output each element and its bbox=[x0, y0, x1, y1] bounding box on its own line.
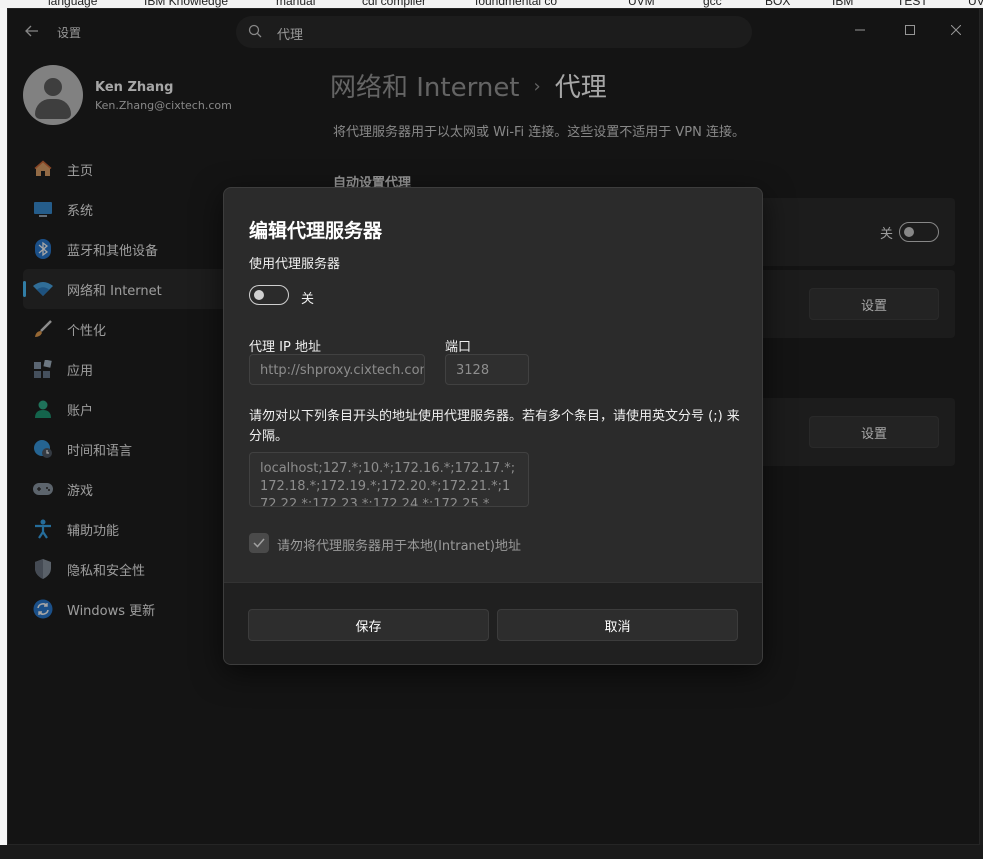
bookmark-item: manual bbox=[276, 0, 316, 8]
exceptions-label: 请勿对以下列条目开头的地址使用代理服务器。若有多个条目，请使用英文分号 (;) … bbox=[249, 409, 740, 444]
background-window-edge bbox=[0, 8, 7, 859]
use-proxy-toggle[interactable] bbox=[249, 285, 289, 305]
proxy-ip-field[interactable]: http://shproxy.cixtech.com bbox=[249, 354, 425, 385]
bookmark-item: foundmental co bbox=[475, 0, 558, 8]
bookmark-item: TEST bbox=[897, 0, 928, 8]
local-bypass-checkbox[interactable] bbox=[249, 533, 269, 553]
bookmark-item: language bbox=[48, 0, 98, 8]
checkmark-icon bbox=[253, 538, 265, 548]
background-bookmark-bar: language IBM Knowledge manual cdl compil… bbox=[0, 0, 983, 8]
cancel-button[interactable]: 取消 bbox=[497, 609, 738, 641]
dialog-title: 编辑代理服务器 bbox=[249, 220, 383, 242]
bookmark-item: IBM Knowledge bbox=[144, 0, 229, 8]
save-button[interactable]: 保存 bbox=[248, 609, 489, 641]
dialog-footer: 保存 取消 bbox=[224, 582, 762, 664]
bookmark-item: IBM bbox=[832, 0, 854, 8]
exceptions-field[interactable]: localhost;127.*;10.*;172.16.*;172.17.*;1… bbox=[249, 452, 529, 507]
use-proxy-state: 关 bbox=[301, 292, 315, 307]
bookmark-item: gcc bbox=[703, 0, 722, 8]
local-bypass-label: 请勿将代理服务器用于本地(Intranet)地址 bbox=[277, 539, 521, 554]
port-label: 端口 bbox=[445, 340, 472, 355]
bookmark-item: UV bbox=[968, 0, 983, 8]
use-proxy-label: 使用代理服务器 bbox=[249, 257, 341, 272]
proxy-ip-label: 代理 IP 地址 bbox=[249, 340, 321, 355]
port-field[interactable]: 3128 bbox=[445, 354, 529, 385]
bookmark-item: cdl compiler bbox=[362, 0, 427, 8]
background-taskbar-edge bbox=[0, 845, 983, 859]
bookmark-item: UVM bbox=[628, 0, 655, 8]
edit-proxy-dialog: 编辑代理服务器 使用代理服务器 关 代理 IP 地址 http://shprox… bbox=[223, 187, 763, 665]
bookmark-item: BOX bbox=[765, 0, 791, 8]
